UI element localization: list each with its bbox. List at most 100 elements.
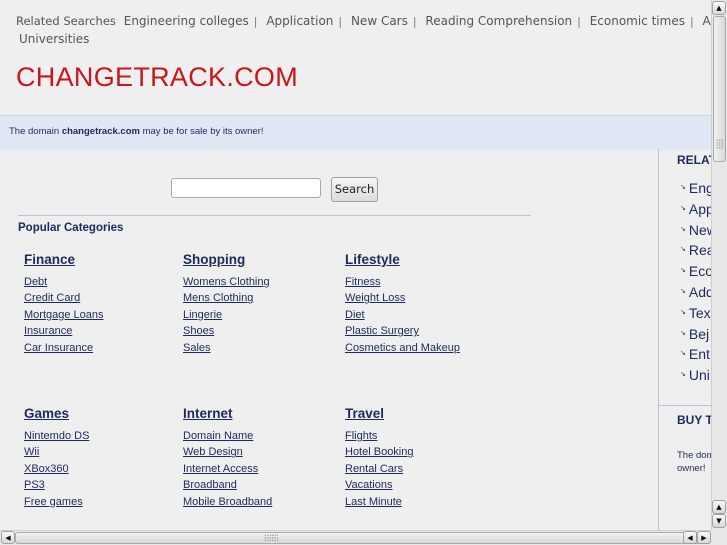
- category-lifestyle: Lifestyle Fitness Weight Loss Diet Plast…: [345, 252, 505, 355]
- related-link[interactable]: Engineering colleges: [124, 14, 249, 28]
- related-link[interactable]: Application: [266, 14, 333, 28]
- arrow-icon: ↘: [680, 225, 686, 233]
- separator: |: [577, 15, 581, 28]
- related-searches-label: Related Searches: [16, 14, 116, 28]
- sidebar-related-item[interactable]: ↘ Eco: [680, 261, 711, 282]
- category-link[interactable]: Cosmetics and Makeup: [345, 342, 460, 354]
- sidebar-related-link[interactable]: App: [689, 201, 711, 217]
- category-link[interactable]: Free games: [24, 496, 83, 508]
- category-link[interactable]: Mortgage Loans: [24, 309, 104, 321]
- scroll-up-button[interactable]: ▲: [712, 1, 726, 15]
- category-title[interactable]: Shopping: [183, 252, 343, 267]
- sidebar-buy-heading: BUY T: [677, 413, 711, 427]
- category-title[interactable]: Games: [24, 406, 184, 421]
- sidebar-related-link[interactable]: Rea: [689, 242, 711, 258]
- category-link[interactable]: Hotel Booking: [345, 446, 414, 458]
- sidebar-related-heading: RELAT: [677, 153, 711, 167]
- sidebar-related-link[interactable]: Bej: [689, 326, 709, 342]
- arrow-icon: ↘: [680, 329, 686, 337]
- sidebar-related-link[interactable]: Uni: [689, 367, 710, 383]
- sidebar-related-link[interactable]: Eng: [689, 180, 711, 196]
- separator: |: [412, 15, 417, 28]
- arrow-icon: ↘: [680, 246, 686, 254]
- sidebar-related-link[interactable]: New: [689, 222, 711, 238]
- category-link[interactable]: Plastic Surgery: [345, 325, 419, 337]
- category-link[interactable]: Rental Cars: [345, 463, 403, 475]
- category-link[interactable]: Vacations: [345, 479, 393, 491]
- related-link[interactable]: Address: [703, 14, 711, 28]
- category-link[interactable]: Web Design: [183, 446, 243, 458]
- sidebar-related-item[interactable]: ↘ Uni: [680, 365, 711, 386]
- category-link[interactable]: Debt: [24, 276, 47, 288]
- category-title[interactable]: Lifestyle: [345, 252, 505, 267]
- arrow-icon: ↘: [680, 184, 686, 191]
- site-title: CHANGETRACK.COM: [16, 62, 299, 92]
- sidebar-related-item[interactable]: ↘ Rea: [680, 240, 711, 261]
- category-link[interactable]: Shoes: [183, 325, 214, 337]
- vertical-scroll-thumb[interactable]: [713, 16, 726, 162]
- category-link[interactable]: XBox360: [24, 463, 69, 475]
- category-link[interactable]: Sales: [183, 342, 211, 354]
- category-link[interactable]: Domain Name: [183, 430, 253, 442]
- related-link[interactable]: Economic times: [590, 14, 685, 28]
- sidebar-related-item[interactable]: ↘ Tex: [680, 303, 711, 324]
- scroll-left-button[interactable]: ◀: [1, 531, 15, 544]
- category-link[interactable]: Weight Loss: [345, 292, 405, 304]
- category-link[interactable]: PS3: [24, 479, 45, 491]
- category-link[interactable]: Mobile Broadband: [183, 496, 272, 508]
- separator: |: [338, 15, 343, 28]
- scroll-left-button-right[interactable]: ◀: [683, 531, 697, 544]
- sidebar-divider-horizontal: [659, 405, 711, 406]
- category-link[interactable]: Internet Access: [183, 463, 258, 475]
- sidebar-related-list: ↘Eng ↘App ↘New ↘Rea ↘Eco ↘Add ↘Tex ↘Bej …: [680, 178, 711, 386]
- sidebar-related-link[interactable]: Add: [689, 284, 711, 300]
- related-link[interactable]: Universities: [19, 32, 89, 46]
- category-title[interactable]: Travel: [345, 406, 505, 421]
- sidebar-divider: [658, 149, 659, 530]
- scroll-down-button[interactable]: ▼: [712, 514, 726, 528]
- scroll-right-button[interactable]: ▶: [697, 531, 711, 544]
- sidebar-related-item[interactable]: ↘ Add: [680, 282, 711, 303]
- separator: |: [253, 15, 258, 28]
- category-link[interactable]: Diet: [345, 309, 365, 321]
- category-link[interactable]: Credit Card: [24, 292, 80, 304]
- search-input[interactable]: [171, 178, 321, 198]
- vertical-scrollbar[interactable]: ▲ ▲ ▼: [711, 0, 727, 530]
- related-link[interactable]: Reading Comprehension: [425, 14, 572, 28]
- category-link[interactable]: Broadband: [183, 479, 237, 491]
- scrollbar-corner: ◀ ▶: [683, 530, 727, 545]
- sidebar-related-item[interactable]: ↘ Ent: [680, 344, 711, 365]
- for-sale-prefix: The domain: [9, 126, 62, 137]
- sidebar-related-item[interactable]: ↘ Eng: [680, 178, 711, 199]
- sidebar-related-item[interactable]: ↘ App: [680, 199, 711, 220]
- arrow-icon: ↘: [680, 350, 686, 358]
- related-link[interactable]: New Cars: [351, 14, 408, 28]
- category-link[interactable]: Car Insurance: [24, 342, 93, 354]
- category-travel: Travel Flights Hotel Booking Rental Cars…: [345, 406, 505, 509]
- horizontal-scrollbar[interactable]: ◀: [0, 530, 711, 545]
- arrow-icon: ↘: [680, 267, 686, 275]
- category-link[interactable]: Womens Clothing: [183, 276, 270, 288]
- sidebar-related-link[interactable]: Eco: [689, 263, 711, 279]
- horizontal-scroll-thumb[interactable]: [15, 532, 711, 544]
- sidebar-related-link[interactable]: Ent: [689, 346, 710, 362]
- category-link[interactable]: Lingerie: [183, 309, 222, 321]
- category-link[interactable]: Flights: [345, 430, 377, 442]
- category-link[interactable]: Last Minute: [345, 496, 402, 508]
- search-button[interactable]: Search: [331, 177, 378, 202]
- sidebar-related-item[interactable]: ↘New: [680, 220, 711, 241]
- sidebar-related-link[interactable]: Tex: [689, 305, 711, 321]
- category-link[interactable]: Nintemdo DS: [24, 430, 89, 442]
- category-link[interactable]: Mens Clothing: [183, 292, 253, 304]
- category-link[interactable]: Fitness: [345, 276, 380, 288]
- scroll-up-button-lower[interactable]: ▲: [712, 500, 726, 514]
- category-link[interactable]: Wii: [24, 446, 39, 458]
- category-title[interactable]: Finance: [24, 252, 184, 267]
- sidebar-buy-text-line: The dom: [677, 450, 711, 461]
- sidebar-buy-text-line: owner!: [677, 463, 706, 474]
- category-link[interactable]: Insurance: [24, 325, 72, 337]
- sidebar-related-item[interactable]: ↘ Bej: [680, 324, 711, 345]
- arrow-icon: ↘: [680, 371, 686, 379]
- category-title[interactable]: Internet: [183, 406, 343, 421]
- category-games: Games Nintemdo DS Wii XBox360 PS3 Free g…: [24, 406, 184, 509]
